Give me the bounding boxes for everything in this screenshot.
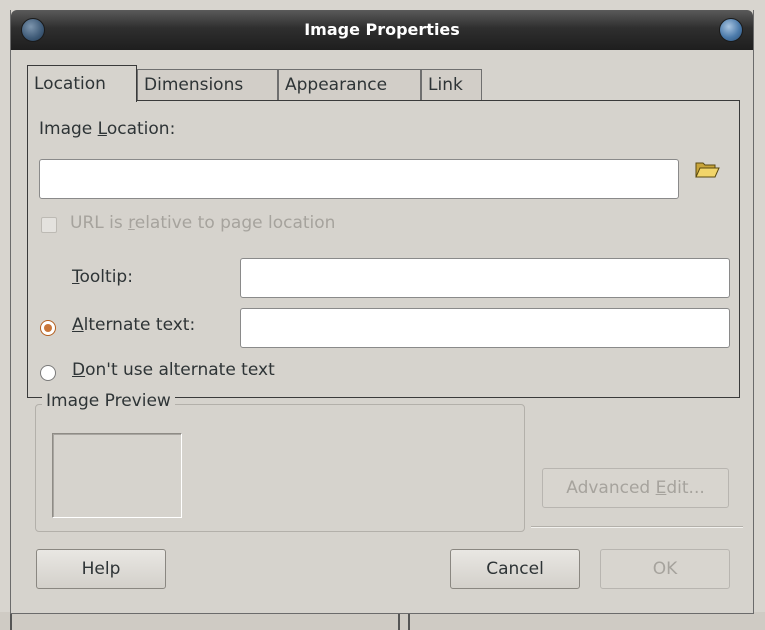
help-button[interactable]: Help — [36, 549, 166, 589]
no-alternate-text-radio[interactable] — [40, 365, 56, 381]
image-properties-dialog: Image Properties Location Dimensions App… — [10, 10, 754, 614]
tab-link[interactable]: Link — [421, 69, 482, 101]
background-divider — [398, 612, 400, 630]
url-relative-checkbox[interactable] — [41, 217, 57, 233]
title-bar[interactable]: Image Properties — [11, 10, 753, 50]
image-preview-legend: Image Preview — [42, 391, 175, 411]
background-divider — [10, 612, 12, 630]
tab-location[interactable]: Location — [27, 65, 137, 102]
tab-dimensions[interactable]: Dimensions — [137, 69, 278, 101]
advanced-edit-button[interactable]: Advanced Edit... — [542, 468, 729, 508]
button-separator — [531, 526, 743, 528]
alternate-text-label: Alternate text: — [72, 315, 196, 335]
ok-button[interactable]: OK — [600, 549, 730, 589]
tooltip-label: Tooltip: — [72, 267, 133, 287]
location-tab-panel: Image Location: URL is relative to page … — [27, 100, 740, 398]
window-title: Image Properties — [304, 20, 460, 39]
alternate-text-radio[interactable] — [40, 320, 56, 336]
no-alternate-text-label: Don't use alternate text — [72, 360, 275, 380]
tab-appearance[interactable]: Appearance — [278, 69, 421, 101]
desktop-background — [0, 612, 765, 630]
image-preview-area — [52, 433, 182, 518]
tooltip-input[interactable] — [240, 258, 730, 298]
background-divider — [408, 612, 410, 630]
window-close-button[interactable] — [719, 18, 743, 42]
folder-open-icon[interactable] — [693, 157, 721, 181]
image-location-label: Image Location: — [39, 119, 176, 139]
url-relative-label: URL is relative to page location — [70, 213, 336, 233]
alternate-text-input[interactable] — [240, 308, 730, 348]
image-preview-group: Image Preview — [35, 391, 525, 532]
cancel-button[interactable]: Cancel — [450, 549, 580, 589]
image-location-input[interactable] — [39, 159, 679, 199]
